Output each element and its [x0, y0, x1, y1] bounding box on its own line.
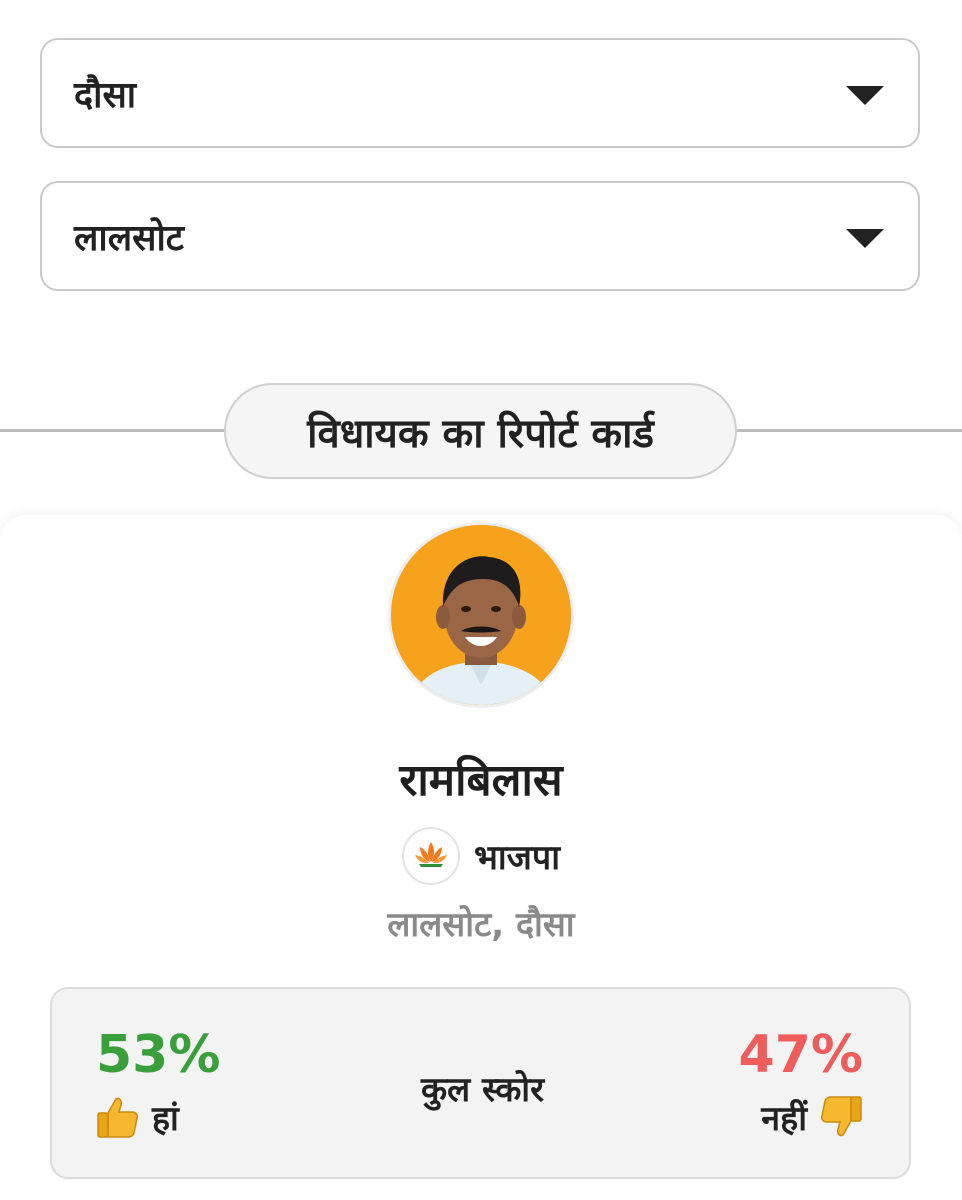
lotus-icon — [401, 827, 460, 885]
mla-avatar — [388, 522, 574, 708]
no-vote[interactable]: नहीं — [761, 1093, 865, 1141]
party-name: भाजपा — [473, 838, 561, 878]
constituency-select[interactable]: लालसोट — [40, 181, 920, 291]
mla-name: रामबिलास — [399, 755, 563, 806]
chevron-down-icon — [846, 85, 884, 105]
thumbs-down-icon — [821, 1096, 862, 1137]
mla-photo — [391, 525, 571, 705]
constituency-select-value: लालसोट — [74, 217, 184, 259]
chevron-down-icon — [846, 228, 884, 248]
no-percent: 47% — [738, 1025, 863, 1085]
page: दौसा लालसोट विधायक का रिपोर्ट कार्ड रामब… — [0, 0, 962, 1200]
section-title: विधायक का रिपोर्ट कार्ड — [224, 383, 737, 479]
mla-location: लालसोट, दौसा — [387, 905, 575, 945]
party-info: भाजपा — [0, 826, 962, 886]
district-select[interactable]: दौसा — [40, 38, 920, 148]
score-panel: 53% हां कुल स्कोर 47% नहीं — [50, 987, 911, 1179]
no-label: नहीं — [761, 1099, 807, 1139]
district-select-value: दौसा — [74, 74, 137, 116]
